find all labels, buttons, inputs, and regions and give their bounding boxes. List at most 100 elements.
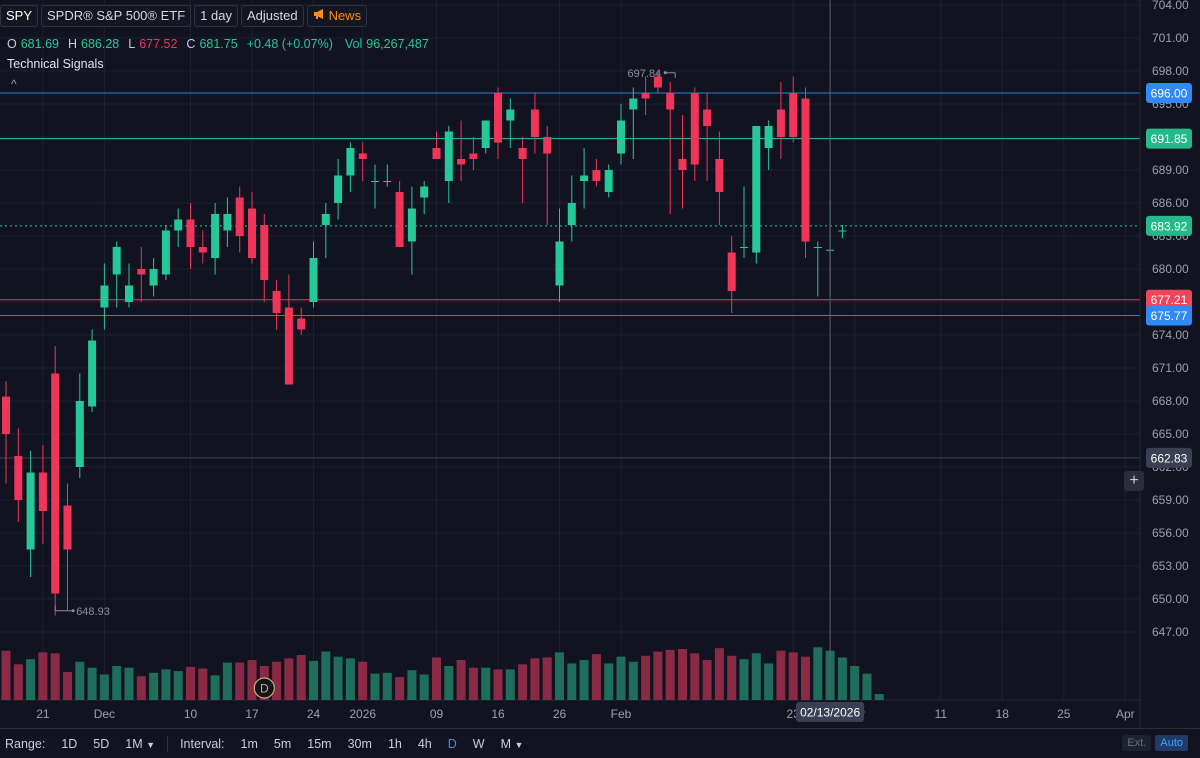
volume-bar bbox=[112, 666, 122, 700]
volume-bar bbox=[714, 648, 724, 700]
volume-bar bbox=[702, 660, 712, 700]
candle-body bbox=[51, 373, 60, 594]
price-level-label: 683.92 bbox=[1151, 219, 1188, 233]
price-tick-label: 647.00 bbox=[1152, 625, 1189, 639]
interval-w[interactable]: W bbox=[465, 737, 493, 751]
price-tick-label: 701.00 bbox=[1152, 31, 1189, 45]
range-1m[interactable]: 1M ▼ bbox=[117, 737, 163, 751]
candle-body bbox=[100, 285, 109, 308]
time-tick-label: 21 bbox=[36, 707, 50, 721]
price-tick-label: 680.00 bbox=[1152, 262, 1189, 276]
low-price-label: 648.93 bbox=[76, 606, 110, 618]
volume-bar bbox=[136, 676, 146, 700]
adjusted-button[interactable]: Adjusted bbox=[240, 5, 304, 27]
candle-body bbox=[334, 175, 343, 203]
volume-bar bbox=[161, 669, 171, 700]
symbol-ticker[interactable]: SPY bbox=[0, 5, 39, 27]
candle-body bbox=[346, 148, 355, 176]
candle-body bbox=[678, 159, 687, 170]
volume-bar bbox=[444, 666, 454, 700]
collapse-indicators-icon[interactable]: ^ bbox=[11, 77, 17, 91]
candle-body bbox=[555, 241, 564, 286]
ohlc-legend: O 681.69 H 686.28 L 677.52 C 681.75 +0.4… bbox=[7, 37, 433, 51]
price-level-label: 675.77 bbox=[1151, 309, 1188, 323]
volume-bar bbox=[99, 674, 109, 700]
interval-1m[interactable]: 1m bbox=[233, 737, 266, 751]
candle-body bbox=[137, 269, 146, 275]
volume-bar bbox=[395, 677, 405, 700]
divider bbox=[167, 735, 169, 752]
low-value: 677.52 bbox=[139, 37, 178, 51]
interval-button[interactable]: 1 day bbox=[194, 5, 238, 27]
volume-bar bbox=[173, 671, 183, 700]
price-tick-label: 704.00 bbox=[1152, 0, 1189, 12]
volume-bar bbox=[149, 672, 159, 700]
candle-body bbox=[26, 472, 35, 550]
volume-bar bbox=[38, 652, 48, 700]
candle-body bbox=[776, 109, 785, 137]
candle-body bbox=[543, 137, 552, 154]
candle-body bbox=[161, 230, 170, 275]
volume-bar bbox=[210, 675, 220, 700]
news-button[interactable]: News bbox=[306, 5, 368, 27]
candle-body bbox=[112, 247, 121, 275]
volume-bar bbox=[628, 661, 638, 700]
candle-body bbox=[530, 109, 539, 137]
volume-bar bbox=[862, 673, 872, 700]
time-tick-label: 09 bbox=[430, 707, 444, 721]
candle-body bbox=[666, 93, 675, 110]
interval-m[interactable]: M ▼ bbox=[493, 737, 532, 751]
candle-body bbox=[740, 247, 748, 248]
candle-body bbox=[494, 93, 502, 143]
candle-body bbox=[703, 109, 712, 126]
volume-bar bbox=[837, 657, 847, 700]
volume-bar bbox=[579, 660, 589, 700]
volume-bar bbox=[690, 653, 700, 700]
interval-30m[interactable]: 30m bbox=[340, 737, 380, 751]
price-level-label: 677.21 bbox=[1151, 293, 1188, 307]
interval-4h[interactable]: 4h bbox=[410, 737, 440, 751]
candle-body bbox=[88, 340, 97, 407]
volume-bar bbox=[382, 672, 392, 700]
candle-body bbox=[309, 258, 318, 302]
add-alert-button[interactable]: + bbox=[1124, 471, 1144, 491]
volume-bar bbox=[874, 694, 884, 700]
indicator-name[interactable]: Technical Signals bbox=[7, 57, 104, 71]
symbol-name[interactable]: SPDR® S&P 500® ETF bbox=[41, 5, 192, 27]
volume-bar bbox=[764, 663, 774, 700]
volume-bar bbox=[284, 658, 294, 700]
ext-toggle[interactable]: Ext. bbox=[1122, 735, 1152, 751]
interval-1h[interactable]: 1h bbox=[380, 737, 410, 751]
candle-body bbox=[592, 170, 601, 181]
candle-body bbox=[580, 175, 589, 181]
volume-bar bbox=[235, 662, 245, 700]
auto-scale-toggle[interactable]: Auto bbox=[1155, 735, 1188, 751]
price-chart[interactable]: 697.84648.93D704.00701.00698.00695.00692… bbox=[0, 0, 1200, 728]
price-tick-label: 686.00 bbox=[1152, 196, 1189, 210]
volume-bar bbox=[75, 661, 85, 700]
volume-bar bbox=[1, 650, 11, 700]
candle-body bbox=[420, 186, 429, 198]
volume-bar bbox=[50, 653, 60, 700]
candle-body bbox=[198, 247, 207, 253]
price-tick-label: 668.00 bbox=[1152, 394, 1189, 408]
interval-5m[interactable]: 5m bbox=[266, 737, 299, 751]
interval-15m[interactable]: 15m bbox=[299, 737, 339, 751]
volume-bar bbox=[567, 663, 577, 700]
volume-bar bbox=[370, 673, 380, 700]
volume-bar bbox=[542, 657, 552, 700]
volume-bar bbox=[296, 654, 306, 700]
volume-bar bbox=[665, 649, 675, 700]
volume-bar bbox=[432, 657, 441, 700]
interval-d[interactable]: D bbox=[440, 737, 465, 751]
volume-bar bbox=[247, 660, 257, 700]
candle-body bbox=[211, 214, 220, 258]
volume-bar bbox=[493, 669, 503, 700]
time-tick-label: Feb bbox=[611, 707, 632, 721]
candle-body bbox=[297, 318, 306, 330]
volume-bar bbox=[727, 655, 737, 700]
volume-label: Vol bbox=[344, 37, 363, 51]
range-5d[interactable]: 5D bbox=[85, 737, 117, 751]
candle-body bbox=[260, 225, 269, 280]
range-1d[interactable]: 1D bbox=[53, 737, 85, 751]
